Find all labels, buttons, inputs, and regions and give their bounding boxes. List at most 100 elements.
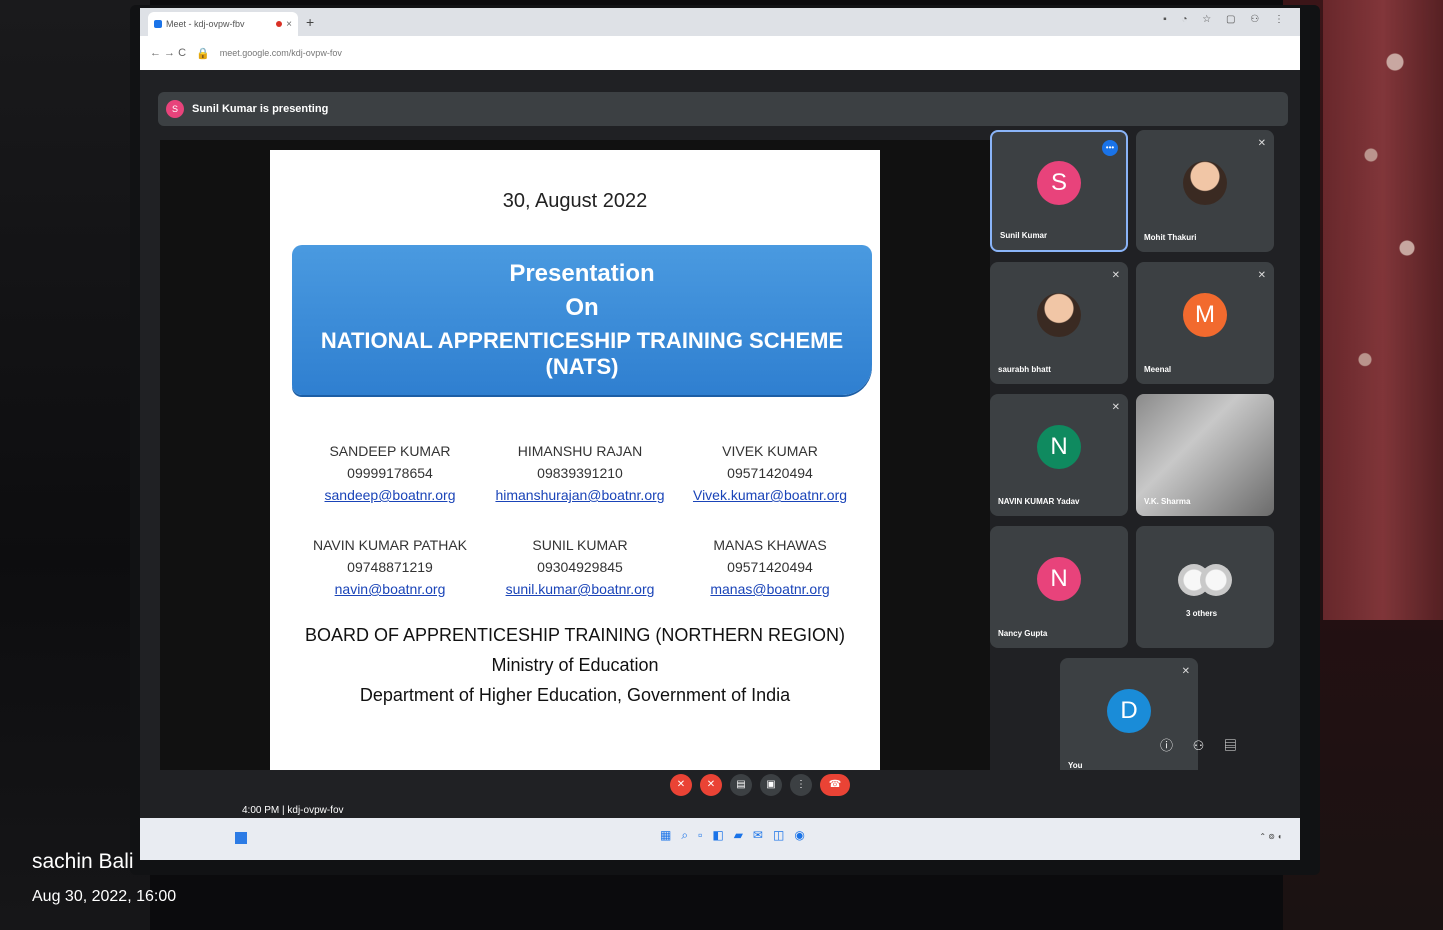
more-options-icon[interactable]: ••• bbox=[1102, 140, 1118, 156]
task-view-icon[interactable]: ▫ bbox=[698, 828, 702, 843]
contact-card: SANDEEP KUMAR 09999178654 sandeep@boatnr… bbox=[300, 440, 480, 506]
photo-watermark-datetime: Aug 30, 2022, 16:00 bbox=[32, 888, 177, 905]
contact-email-link[interactable]: himanshurajan@boatnr.org bbox=[490, 484, 670, 506]
presenting-text: Sunil Kumar is presenting bbox=[192, 103, 329, 115]
meet-window: S Sunil Kumar is presenting 30, August 2… bbox=[140, 70, 1300, 860]
contact-name: SUNIL KUMAR bbox=[532, 537, 628, 553]
org-line1: BOARD OF APPRENTICESHIP TRAINING (NORTHE… bbox=[304, 625, 846, 645]
presenter-avatar: S bbox=[166, 100, 184, 118]
participant-name: Sunil Kumar bbox=[1000, 231, 1048, 240]
contact-email-link[interactable]: sunil.kumar@boatnr.org bbox=[490, 578, 670, 600]
contact-card: MANAS KHAWAS 09571420494 manas@boatnr.or… bbox=[680, 534, 860, 600]
participant-tile[interactable]: 3 others bbox=[1136, 526, 1274, 648]
participant-tile[interactable]: N Nancy Gupta bbox=[990, 526, 1128, 648]
contact-email-link[interactable]: manas@boatnr.org bbox=[680, 578, 860, 600]
contact-card: NAVIN KUMAR PATHAK 09748871219 navin@boa… bbox=[300, 534, 480, 600]
address-bar: ← → C 🔒 meet.google.com/kdj-ovpw-fov bbox=[140, 36, 1300, 70]
contact-card: SUNIL KUMAR 09304929845 sunil.kumar@boat… bbox=[490, 534, 670, 600]
photos-icon[interactable]: ◫ bbox=[773, 828, 784, 843]
photo-watermark-name: sachin Bali bbox=[32, 850, 134, 873]
slide-title-line1: Presentation bbox=[509, 260, 655, 287]
contact-name: MANAS KHAWAS bbox=[713, 537, 827, 553]
contact-card: HIMANSHU RAJAN 09839391210 himanshurajan… bbox=[490, 440, 670, 506]
contact-card: VIVEK KUMAR 09571420494 Vivek.kumar@boat… bbox=[680, 440, 860, 506]
contact-phone: 09748871219 bbox=[347, 559, 433, 575]
presentation-stage: 30, August 2022 Presentation On NATIONAL… bbox=[160, 140, 990, 770]
participant-photo bbox=[1183, 161, 1227, 205]
meeting-time-code: 4:00 PM | kdj-ovpw-fov bbox=[242, 805, 344, 816]
mail-icon[interactable]: ✉ bbox=[753, 828, 763, 843]
end-call-button[interactable]: ☎ bbox=[820, 774, 850, 796]
contact-phone: 09571420494 bbox=[727, 465, 813, 481]
room-background-left bbox=[0, 0, 150, 930]
folder-icon[interactable]: ▰ bbox=[734, 828, 743, 843]
participant-tile[interactable]: N ✕ NAVIN KUMAR Yadav bbox=[990, 394, 1128, 516]
widgets-icon[interactable]: ◧ bbox=[712, 828, 723, 843]
participant-tile[interactable]: V.K. Sharma bbox=[1136, 394, 1274, 516]
captions-button[interactable]: ▤ bbox=[730, 774, 752, 796]
browser-toolbar-icons[interactable]: ▪ ◔ ☆ ▢ ⚇ ⋮ bbox=[1163, 14, 1290, 25]
browser-tab-bar: Meet - kdj-ovpw-fbv × + ▪ ◔ ☆ ▢ ⚇ ⋮ bbox=[140, 8, 1300, 36]
participant-name: Meenal bbox=[1144, 365, 1172, 374]
participant-avatar: D bbox=[1107, 689, 1151, 733]
new-tab-button[interactable]: + bbox=[306, 14, 314, 30]
system-tray[interactable]: ⌃ ⊚ ◖ bbox=[1259, 832, 1282, 841]
meeting-bottom-bar: 4:00 PM | kdj-ovpw-fov ✕ ✕ ▤ ▣ ⋮ ☎ ▦ ⌕ ▫… bbox=[140, 770, 1300, 860]
slide-title-line2: On bbox=[565, 294, 599, 321]
camera-toggle-button[interactable]: ✕ bbox=[700, 774, 722, 796]
participant-tile[interactable]: M ✕ Meenal bbox=[1136, 262, 1274, 384]
mic-muted-icon: ✕ bbox=[1111, 270, 1120, 281]
url-field[interactable]: meet.google.com/kdj-ovpw-fov bbox=[220, 48, 342, 58]
slide-title-banner: Presentation On NATIONAL APPRENTICESHIP … bbox=[292, 245, 872, 395]
taskbar-icons: ▦ ⌕ ▫ ◧ ▰ ✉ ◫ ◉ bbox=[660, 828, 805, 843]
mic-toggle-button[interactable]: ✕ bbox=[670, 774, 692, 796]
participant-name: Mohit Thakuri bbox=[1144, 233, 1197, 242]
side-panel-icons[interactable]: ⓘ ⚇ ▤ bbox=[1160, 735, 1245, 754]
browser-tab[interactable]: Meet - kdj-ovpw-fbv × bbox=[148, 12, 298, 36]
lock-icon: 🔒 bbox=[196, 47, 210, 60]
contact-name: NAVIN KUMAR PATHAK bbox=[312, 537, 468, 553]
tab-close-button[interactable]: × bbox=[286, 19, 292, 30]
mic-muted-icon: ✕ bbox=[1257, 270, 1266, 281]
chrome-icon[interactable]: ◉ bbox=[794, 828, 804, 843]
participant-photo bbox=[1037, 293, 1081, 337]
contact-email-link[interactable]: sandeep@boatnr.org bbox=[300, 484, 480, 506]
start-icon[interactable]: ▦ bbox=[660, 828, 671, 843]
screen: Meet - kdj-ovpw-fbv × + ▪ ◔ ☆ ▢ ⚇ ⋮ ← → … bbox=[140, 8, 1300, 860]
taskbar-app-icon[interactable] bbox=[235, 832, 247, 844]
participant-tile[interactable]: D ✕ You bbox=[1060, 658, 1198, 780]
presentation-slide: 30, August 2022 Presentation On NATIONAL… bbox=[270, 150, 880, 770]
contact-name: VIVEK KUMAR bbox=[722, 443, 818, 459]
organization-block: BOARD OF APPRENTICESHIP TRAINING (NORTHE… bbox=[270, 620, 880, 710]
slide-title-line3: NATIONAL APPRENTICESHIP TRAINING SCHEME … bbox=[320, 328, 844, 379]
contact-phone: 09839391210 bbox=[537, 465, 623, 481]
contacts-grid: SANDEEP KUMAR 09999178654 sandeep@boatnr… bbox=[300, 440, 860, 600]
participant-grid: S ••• Sunil Kumar ✕ Mohit Thakuri ✕ saur… bbox=[990, 130, 1280, 780]
org-line2: Ministry of Education bbox=[491, 655, 659, 675]
contact-phone: 09571420494 bbox=[727, 559, 813, 575]
others-avatar-icon bbox=[1200, 564, 1232, 596]
more-options-button[interactable]: ⋮ bbox=[790, 774, 812, 796]
mic-muted-icon: ✕ bbox=[1181, 666, 1190, 677]
participant-name: Nancy Gupta bbox=[998, 629, 1048, 638]
contact-name: HIMANSHU RAJAN bbox=[517, 443, 643, 459]
contact-name: SANDEEP KUMAR bbox=[329, 443, 451, 459]
others-avatars bbox=[1178, 564, 1232, 598]
org-line3: Department of Higher Education, Governme… bbox=[359, 685, 791, 705]
presenting-banner: S Sunil Kumar is presenting bbox=[158, 92, 1288, 126]
participant-avatar: N bbox=[1037, 557, 1081, 601]
participant-tile[interactable]: ✕ Mohit Thakuri bbox=[1136, 130, 1274, 252]
search-icon[interactable]: ⌕ bbox=[681, 828, 688, 843]
present-button[interactable]: ▣ bbox=[760, 774, 782, 796]
contact-email-link[interactable]: navin@boatnr.org bbox=[300, 578, 480, 600]
participant-avatar: N bbox=[1037, 425, 1081, 469]
participant-tile[interactable]: ✕ saurabh bhatt bbox=[990, 262, 1128, 384]
recording-indicator-icon bbox=[276, 21, 283, 27]
meet-favicon-icon bbox=[154, 20, 162, 28]
mic-muted-icon: ✕ bbox=[1111, 402, 1120, 413]
curtain bbox=[1323, 0, 1443, 620]
participant-tile[interactable]: S ••• Sunil Kumar bbox=[990, 130, 1128, 252]
contact-email-link[interactable]: Vivek.kumar@boatnr.org bbox=[680, 484, 860, 506]
call-controls: ✕ ✕ ▤ ▣ ⋮ ☎ bbox=[670, 774, 850, 796]
nav-buttons[interactable]: ← → C bbox=[150, 47, 186, 59]
